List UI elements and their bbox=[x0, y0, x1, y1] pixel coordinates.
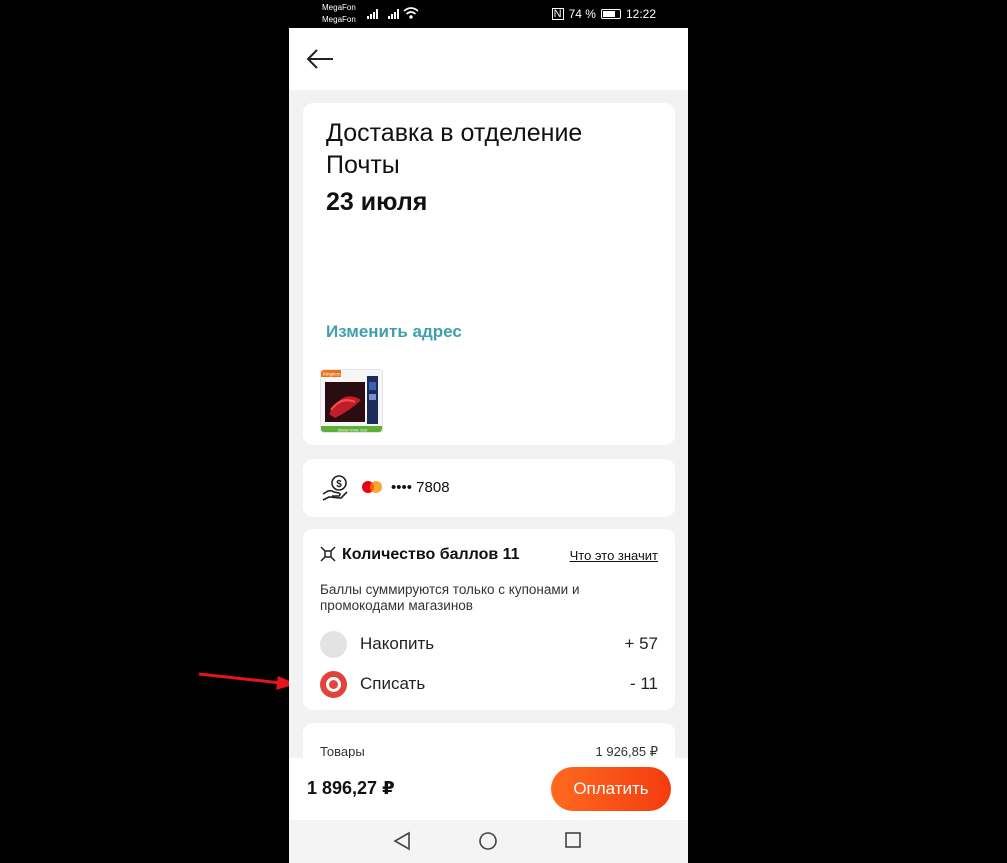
clock: 12:22 bbox=[625, 7, 656, 21]
signal-icon-2 bbox=[388, 9, 399, 19]
mastercard-icon bbox=[362, 481, 382, 493]
status-bar: MegaFon MegaFon N 74 % 12:22 bbox=[289, 0, 688, 28]
carrier-1: MegaFon bbox=[322, 3, 356, 12]
payment-card[interactable]: $ •••• 7808 bbox=[303, 459, 675, 517]
change-address-link[interactable]: Изменить адрес bbox=[326, 322, 462, 342]
goods-value: 1 926,85 ₽ bbox=[595, 744, 659, 758]
system-nav-bar bbox=[289, 820, 688, 863]
option-redeem[interactable]: Списать - 11 bbox=[320, 669, 658, 699]
back-arrow-icon[interactable] bbox=[305, 46, 335, 72]
option-value: - 11 bbox=[629, 674, 658, 693]
battery-icon bbox=[600, 9, 621, 19]
nav-back-icon[interactable] bbox=[393, 831, 411, 851]
thumb-badge: Kingston bbox=[323, 372, 341, 377]
status-right: N 74 % 12:22 bbox=[551, 7, 656, 21]
delivery-title: Доставка в отделение Почты bbox=[326, 119, 583, 179]
radio-redeem[interactable] bbox=[320, 671, 347, 698]
phone-screen: MegaFon MegaFon N 74 % 12:22 Доставка в bbox=[289, 0, 688, 863]
wifi-icon bbox=[403, 7, 419, 19]
nav-home-icon[interactable] bbox=[478, 831, 498, 851]
checkout-content[interactable]: Доставка в отделение Почты 23 июля Измен… bbox=[289, 90, 688, 758]
points-card: Количество баллов 11 Что это значит Балл… bbox=[303, 529, 675, 710]
nfc-icon: N bbox=[551, 8, 564, 20]
product-image: Kingston 256GB NVMe SSD bbox=[321, 370, 382, 433]
battery-percent: 74 % bbox=[568, 7, 596, 21]
annotation-arrow bbox=[198, 672, 296, 690]
delivery-card: Доставка в отделение Почты 23 июля Измен… bbox=[303, 103, 675, 445]
app-bar bbox=[289, 28, 688, 90]
card-number: •••• 7808 bbox=[391, 479, 450, 496]
option-accumulate[interactable]: Накопить + 57 bbox=[320, 629, 658, 659]
checkout-footer: 1 896,27 ₽ Оплатить bbox=[289, 758, 688, 820]
product-thumbnail[interactable]: Kingston 256GB NVMe SSD bbox=[320, 369, 383, 433]
option-label: Списать bbox=[360, 674, 426, 693]
option-label: Накопить bbox=[360, 634, 435, 653]
total-price: 1 896,27 ₽ bbox=[307, 778, 395, 798]
points-title: Количество баллов 11 bbox=[342, 546, 520, 563]
carrier-names: MegaFon MegaFon bbox=[322, 2, 356, 26]
nav-recents-icon[interactable] bbox=[564, 831, 582, 849]
points-description: Баллы суммируются только с купонами и пр… bbox=[320, 582, 580, 613]
thumb-caption: 256GB NVMe SSD bbox=[338, 429, 368, 433]
radio-accumulate[interactable] bbox=[320, 631, 347, 658]
points-icon bbox=[320, 546, 336, 562]
delivery-date: 23 июля bbox=[326, 188, 428, 216]
svg-text:$: $ bbox=[336, 479, 342, 490]
hand-coin-icon: $ bbox=[322, 475, 348, 501]
carrier-2: MegaFon bbox=[322, 15, 356, 24]
goods-label: Товары bbox=[320, 744, 365, 758]
signal-icon bbox=[367, 9, 378, 19]
what-is-this-link[interactable]: Что это значит bbox=[570, 548, 658, 563]
summary-card: Товары 1 926,85 ₽ bbox=[303, 723, 675, 758]
pay-button[interactable]: Оплатить bbox=[551, 767, 671, 811]
option-value: + 57 bbox=[624, 634, 658, 653]
